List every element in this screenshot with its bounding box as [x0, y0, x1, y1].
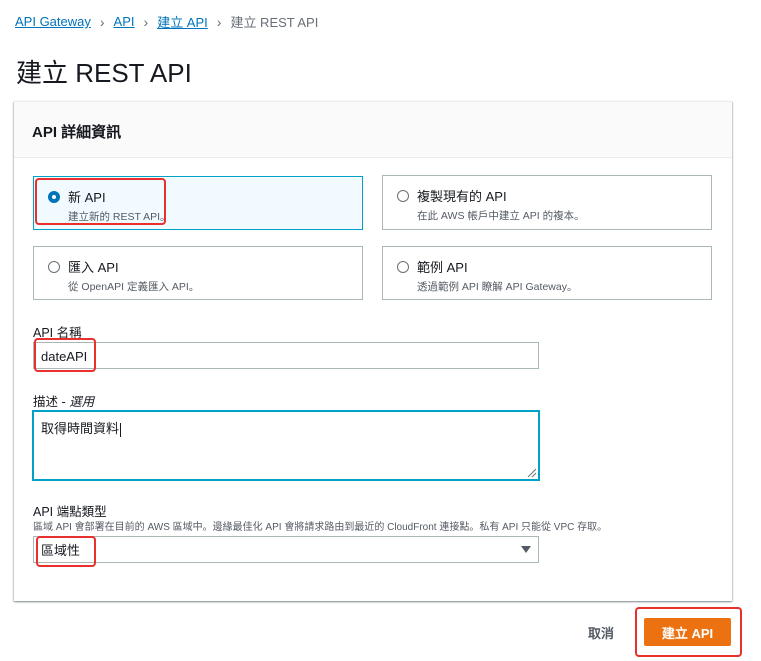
- caret-down-icon: [521, 546, 531, 553]
- cancel-button[interactable]: 取消: [588, 623, 614, 642]
- option-clone-api[interactable]: 複製現有的 API 在此 AWS 帳戶中建立 API 的複本。: [382, 175, 712, 230]
- option-desc: 在此 AWS 帳戶中建立 API 的複本。: [417, 210, 585, 222]
- chevron-right-icon: ›: [143, 13, 149, 30]
- option-desc: 透過範例 API 瞭解 API Gateway。: [417, 281, 578, 293]
- description-textarea[interactable]: 取得時間資料: [33, 411, 539, 480]
- resize-grip-icon[interactable]: [526, 467, 536, 477]
- breadcrumb-current: 建立 REST API: [230, 15, 319, 30]
- page-title: 建立 REST API: [16, 58, 192, 88]
- description-label: 描述 - 選用: [33, 391, 94, 410]
- option-desc: 從 OpenAPI 定義匯入 API。: [68, 281, 200, 293]
- option-desc: 建立新的 REST API。: [68, 211, 171, 223]
- chevron-right-icon: ›: [216, 13, 222, 30]
- option-example-api[interactable]: 範例 API 透過範例 API 瞭解 API Gateway。: [382, 246, 712, 300]
- chevron-right-icon: ›: [99, 13, 105, 30]
- api-name-label: API 名稱: [33, 326, 82, 340]
- option-new-api[interactable]: 新 API 建立新的 REST API。: [33, 176, 363, 230]
- endpoint-type-select[interactable]: 區域性: [33, 536, 539, 563]
- api-name-input[interactable]: dateAPI: [33, 342, 539, 369]
- breadcrumb: API Gateway › API › 建立 API › 建立 REST API: [15, 12, 318, 31]
- optional-label: 選用: [69, 395, 95, 409]
- endpoint-type-value: 區域性: [41, 543, 81, 558]
- radio-selected-icon[interactable]: [48, 190, 60, 203]
- description-value: 取得時間資料: [41, 421, 120, 436]
- option-import-api[interactable]: 匯入 API 從 OpenAPI 定義匯入 API。: [33, 246, 363, 300]
- breadcrumb-api[interactable]: API: [114, 14, 135, 29]
- breadcrumb-create-api[interactable]: 建立 API: [157, 12, 208, 31]
- option-title: 範例 API: [417, 260, 468, 275]
- create-api-button[interactable]: 建立 API: [644, 618, 731, 646]
- radio-icon[interactable]: [48, 260, 60, 273]
- radio-icon[interactable]: [397, 189, 409, 202]
- option-title: 複製現有的 API: [417, 189, 507, 204]
- radio-icon[interactable]: [397, 260, 409, 273]
- breadcrumb-api-gateway[interactable]: API Gateway: [15, 14, 91, 29]
- option-title: 匯入 API: [68, 260, 119, 275]
- option-title: 新 API: [68, 190, 106, 205]
- panel-header: API 詳細資訊: [14, 102, 732, 158]
- endpoint-type-hint: 區域 API 會部署在目前的 AWS 區域中。邊緣最佳化 API 會將請求路由到…: [33, 522, 608, 533]
- text-caret: [120, 422, 122, 437]
- description-label-text: 描述 -: [33, 395, 70, 409]
